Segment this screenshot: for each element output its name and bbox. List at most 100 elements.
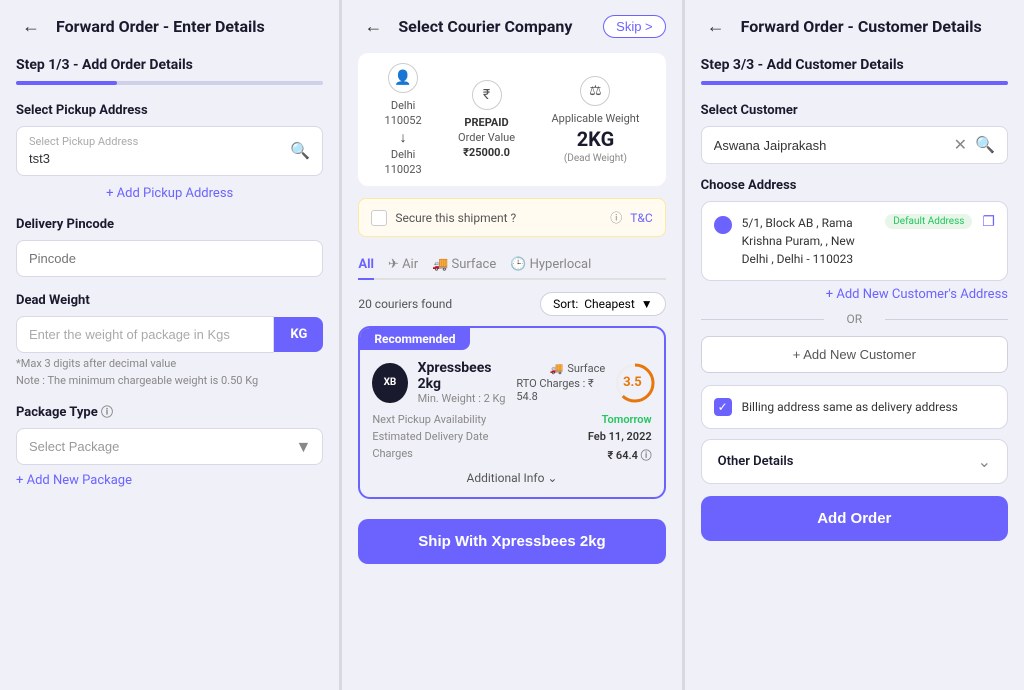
panel1-title: Forward Order - Enter Details [56, 17, 265, 36]
weight-label: Applicable Weight [551, 112, 639, 125]
panel3-title: Forward Order - Customer Details [741, 17, 982, 36]
panel-select-courier: ← Select Courier Company Skip > 👤 Delhi … [342, 0, 681, 690]
tab-surface[interactable]: 🚚 Surface [432, 251, 496, 278]
weight-info: ⚖ Applicable Weight 2KG (Dead Weight) [551, 76, 639, 164]
weight-icon: ⚖ [580, 76, 610, 106]
surface-badge: 🚚 Surface [550, 362, 606, 375]
courier-info-bar: 👤 Delhi 110052 ↓ Delhi 110023 ₹ PREPAID … [358, 53, 665, 186]
billing-label: Billing address same as delivery address [742, 400, 958, 414]
pickup-address-input-wrapper: Select Pickup Address 🔍 [16, 126, 323, 176]
payment-info: ₹ PREPAID Order Value ₹25000.0 [458, 80, 515, 159]
person-icon: 👤 [388, 63, 418, 93]
billing-checkbox[interactable]: ✓ [714, 398, 732, 416]
from-city: Delhi [391, 99, 415, 112]
progress-bar-bg [16, 81, 323, 85]
panel1-content: Step 1/3 - Add Order Details Select Pick… [0, 53, 339, 690]
surface-icon: 🚚 [550, 362, 564, 375]
pickup-address-input[interactable] [29, 149, 205, 166]
customer-search-icon[interactable]: 🔍 [975, 135, 995, 155]
panel3-header: ← Forward Order - Customer Details [685, 0, 1024, 53]
other-details-row[interactable]: Other Details ⌄ [701, 439, 1008, 484]
weight-note1: *Max 3 digits after decimal value [16, 357, 323, 370]
dead-weight-label: Dead Weight [16, 293, 323, 308]
sort-dropdown[interactable]: Sort: Cheapest ▼ [540, 292, 666, 316]
add-pickup-address-link[interactable]: + Add Pickup Address [16, 186, 323, 201]
arrow-down-icon: ↓ [400, 129, 407, 146]
panel1-header: ← Forward Order - Enter Details [0, 0, 339, 53]
sort-chevron-icon: ▼ [641, 297, 653, 311]
customer-search-input[interactable] [714, 138, 946, 153]
tab-all[interactable]: All [358, 251, 374, 280]
sort-label: Sort: [553, 297, 578, 311]
panel-customer-details: ← Forward Order - Customer Details Step … [685, 0, 1024, 690]
courier-right-info: 🚚 Surface RTO Charges : ₹ 54.8 3.5 [516, 361, 651, 405]
pickup-avail-value: Tomorrow [512, 413, 652, 426]
recommended-courier-card: Recommended XB Xpressbees 2kg Min. Weigh… [358, 326, 665, 499]
panel2-title: Select Courier Company [398, 17, 572, 36]
delivery-section-label: Delivery Pincode [16, 217, 323, 232]
package-type-label: Package Type ⓘ [16, 403, 323, 420]
tab-air[interactable]: ✈ Air [388, 251, 418, 278]
to-pin: 110023 [385, 163, 422, 176]
weight-note2: Note : The minimum chargeable weight is … [16, 374, 323, 387]
courier-name: Xpressbees 2kg [418, 360, 507, 392]
package-select[interactable]: Select Package [16, 428, 323, 465]
panel3-back-button[interactable]: ← [701, 14, 731, 39]
additional-info-toggle[interactable]: Additional Info ⌄ [372, 463, 651, 487]
choose-address-label: Choose Address [701, 178, 1008, 193]
panel2-back-button[interactable]: ← [358, 14, 388, 39]
secure-checkbox[interactable] [371, 210, 387, 226]
customer-section-label: Select Customer [701, 103, 1008, 118]
edit-address-icon[interactable]: ❐ [982, 214, 995, 230]
other-details-chevron-icon: ⌄ [978, 452, 991, 471]
courier-logo: XB [372, 363, 407, 403]
add-new-package-link[interactable]: + Add New Package [16, 473, 323, 488]
address-selected-dot [714, 216, 732, 234]
secure-shipment-bar: Secure this shipment ? ⓘ T&C [358, 198, 665, 237]
progress3-bar-fill [701, 81, 1008, 85]
to-city: Delhi [391, 148, 415, 161]
billing-row: ✓ Billing address same as delivery addre… [701, 385, 1008, 429]
other-details-label: Other Details [718, 454, 794, 469]
rating-circle: 3.5 [613, 361, 651, 405]
step3-label: Step 3/3 - Add Customer Details [701, 57, 1008, 73]
step1-label: Step 1/3 - Add Order Details [16, 57, 323, 73]
panel1-back-button[interactable]: ← [16, 14, 46, 39]
courier-min-weight: Min. Weight : 2 Kg [418, 392, 507, 405]
customer-input-wrapper: ✕ 🔍 [701, 126, 1008, 164]
add-order-button[interactable]: Add Order [701, 496, 1008, 541]
skip-button[interactable]: Skip > [603, 15, 666, 38]
panel3-content: Step 3/3 - Add Customer Details Select C… [685, 53, 1024, 690]
package-select-wrapper: Select Package ▼ [16, 428, 323, 465]
panel2-header: ← Select Courier Company Skip > [342, 0, 681, 53]
charges-info-icon: ⓘ [641, 449, 652, 462]
tnc-link[interactable]: T&C [630, 211, 652, 225]
order-value-label: Order Value [458, 131, 515, 144]
couriers-found: 20 couriers found [358, 297, 452, 311]
weight-input[interactable] [16, 316, 274, 353]
weight-value: 2KG [577, 127, 615, 151]
package-info-icon: ⓘ [101, 405, 113, 419]
from-city-info: 👤 Delhi 110052 ↓ Delhi 110023 [385, 63, 422, 176]
delivery-pincode-input[interactable] [16, 240, 323, 277]
add-new-customer-button[interactable]: + Add New Customer [701, 336, 1008, 373]
tab-hyperlocal[interactable]: 🕒 Hyperlocal [510, 251, 591, 278]
courier-tabs: All ✈ Air 🚚 Surface 🕒 Hyperlocal [358, 251, 665, 280]
recommended-badge: Recommended [360, 328, 469, 350]
secure-info-icon: ⓘ [610, 209, 622, 226]
ship-button[interactable]: Ship With Xpressbees 2kg [358, 519, 665, 564]
kg-badge: KG [274, 317, 323, 352]
pickup-section-label: Select Pickup Address [16, 103, 323, 118]
rupee-icon: ₹ [472, 80, 502, 110]
clear-customer-button[interactable]: ✕ [954, 135, 967, 155]
card-body: XB Xpressbees 2kg Min. Weight : 2 Kg 🚚 S… [360, 350, 663, 497]
address-card: 5/1, Block AB , Rama Krishna Puram, , Ne… [701, 201, 1008, 281]
delivery-date-label: Estimated Delivery Date [372, 430, 512, 443]
add-customer-address-link[interactable]: + Add New Customer's Address [701, 287, 1008, 302]
dead-weight-sub: (Dead Weight) [564, 153, 627, 164]
payment-mode: PREPAID [464, 116, 508, 129]
pickup-search-icon[interactable]: 🔍 [290, 141, 310, 161]
panel-forward-order-enter-details: ← Forward Order - Enter Details Step 1/3… [0, 0, 339, 690]
sort-value: Cheapest [584, 297, 635, 311]
default-address-badge: Default Address [885, 214, 972, 229]
